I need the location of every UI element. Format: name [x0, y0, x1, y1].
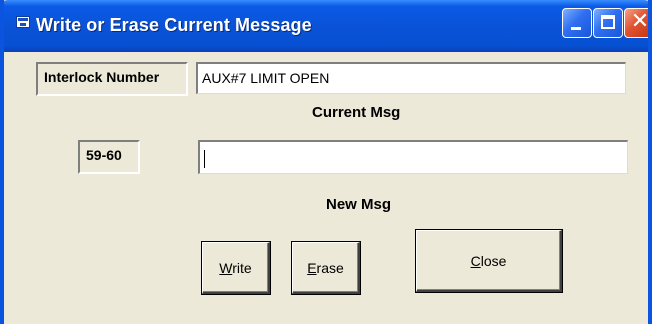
window-title: Write or Erase Current Message: [36, 15, 312, 35]
current-msg-text: AUX#7 LIMIT OPEN: [202, 70, 330, 86]
current-msg-caption: Current Msg: [312, 104, 401, 121]
maximize-icon: [601, 15, 615, 29]
maximize-button[interactable]: [593, 8, 623, 38]
new-msg-input[interactable]: [198, 140, 628, 174]
dialog-window: Write or Erase Current Message ✕ Interlo…: [0, 0, 652, 324]
erase-button[interactable]: Erase: [292, 242, 360, 294]
write-button[interactable]: Write: [202, 242, 270, 294]
title-bar[interactable]: Write or Erase Current Message ✕: [4, 0, 650, 52]
close-window-button[interactable]: ✕: [624, 8, 650, 38]
minimize-button[interactable]: [562, 8, 592, 38]
interlock-range-label: 59-60: [78, 140, 140, 174]
new-msg-caption: New Msg: [326, 196, 392, 213]
close-button[interactable]: Close: [416, 230, 562, 292]
close-icon: ✕: [630, 9, 650, 34]
text-caret: [204, 150, 205, 169]
minimize-icon: [571, 27, 581, 30]
app-icon[interactable]: [16, 16, 30, 28]
current-msg-field[interactable]: AUX#7 LIMIT OPEN: [196, 62, 626, 94]
interlock-number-label: Interlock Number: [36, 62, 188, 96]
